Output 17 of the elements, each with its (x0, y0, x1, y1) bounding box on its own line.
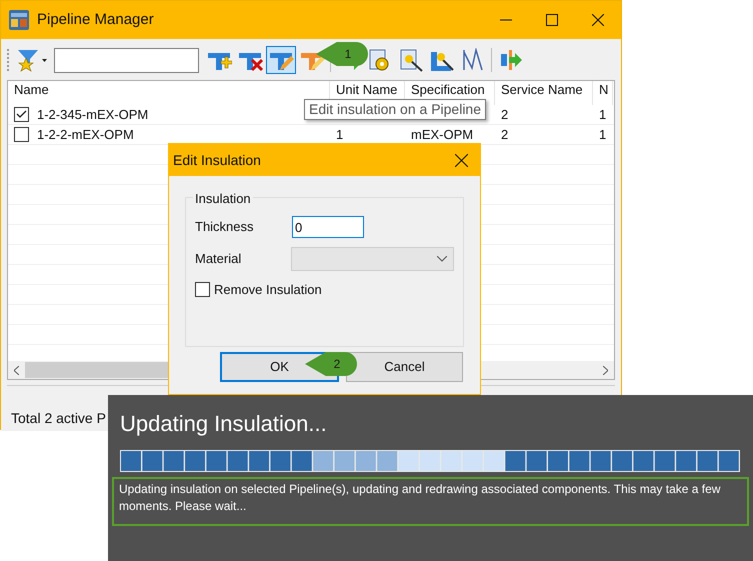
dialog-title: Edit Insulation (173, 150, 262, 170)
table-cell: 1 (336, 126, 344, 142)
table-cell: 2 (501, 106, 508, 122)
table-cell: 1 (599, 126, 606, 142)
table-cell-text: 1-2-345-mEX-OPM (37, 106, 148, 124)
status-text: Total 2 active P (10, 408, 106, 428)
table-cell: 2 (501, 126, 508, 142)
thickness-label: Thickness (195, 218, 255, 236)
material-label: Material (195, 250, 242, 268)
table-cell: 1 (599, 106, 606, 122)
progress-title: Updating Insulation... (120, 410, 328, 438)
tooltip: Edit insulation on a Pipeline (304, 99, 486, 120)
table-cell: mEX-OPM (411, 126, 474, 142)
checkbox-label: Remove Insulation (214, 281, 322, 299)
progress-message: Updating insulation on selected Pipeline(s), updating and redrawing associated components. This may take a few moments. Please wait... (119, 481, 722, 515)
table-cell-text: 1-2-2-mEX-OPM (37, 126, 134, 144)
window-title: Pipeline Manager (37, 10, 154, 30)
